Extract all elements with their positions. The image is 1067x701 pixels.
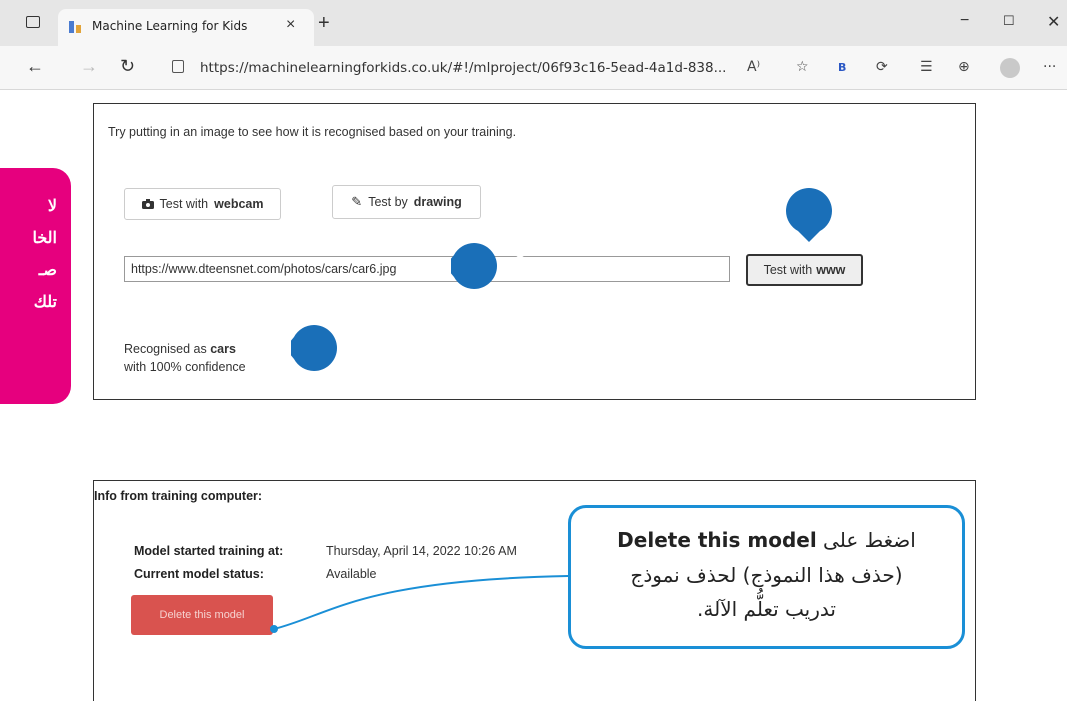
bubble-line-1: اضغط على Delete this model xyxy=(571,528,962,552)
bubble-line-3: تدريب تعلُّم الآلة. xyxy=(697,597,836,621)
step-marker-4: 4 xyxy=(285,325,365,371)
instruction-bubble: اضغط على Delete this model (حذف هذا النم… xyxy=(568,505,965,649)
bubble-line-1-prefix: اضغط على xyxy=(823,528,916,552)
bubble-line-2: (حذف هذا النموذج) لحذف نموذج xyxy=(630,563,903,587)
bubble-line-1-bold: Delete this model xyxy=(617,528,817,552)
step-marker-2: 2 xyxy=(445,243,525,289)
step-marker-3: 3 xyxy=(786,188,860,242)
